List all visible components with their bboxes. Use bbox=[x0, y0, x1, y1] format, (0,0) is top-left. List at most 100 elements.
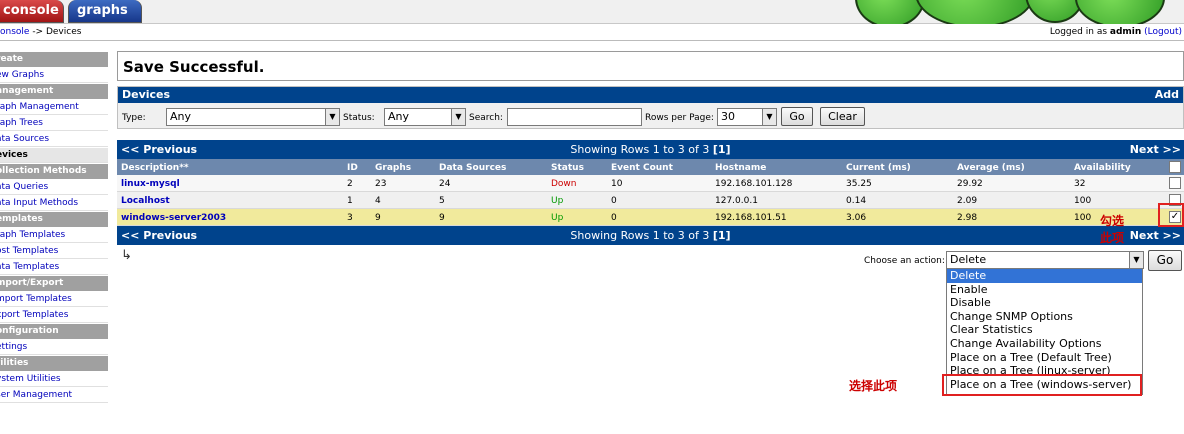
type-select-value: Any bbox=[170, 110, 192, 123]
status-label: Status: bbox=[343, 113, 375, 123]
add-device-link[interactable]: Add bbox=[1155, 88, 1179, 101]
column-event-count[interactable]: Event Count bbox=[611, 163, 673, 173]
table-row[interactable]: windows-server2003 3 9 9 Up 0 192.168.101.51 3.… bbox=[117, 209, 1184, 226]
sidebar-item[interactable]: ata Queries bbox=[0, 180, 108, 195]
logout-link[interactable]: (Logout) bbox=[1144, 27, 1182, 37]
search-label: Search: bbox=[469, 113, 503, 123]
cell-average: 2.98 bbox=[957, 213, 978, 223]
table-body: linux-mysql 2 23 24 Down 10 192.168.101.128 35.… bbox=[117, 175, 1184, 226]
checkbox-highlight-box bbox=[1158, 203, 1184, 227]
status-select[interactable]: Any ▼ bbox=[384, 108, 466, 126]
column-data-sources[interactable]: Data Sources bbox=[439, 163, 506, 173]
sidebar-item[interactable]: raph Management bbox=[0, 100, 108, 115]
sidebar-item[interactable]: xport Templates bbox=[0, 308, 108, 323]
next-link[interactable]: Next >> bbox=[1130, 143, 1181, 156]
option-highlight-box bbox=[942, 374, 1142, 396]
sidebar-section-header: mport/Export bbox=[0, 276, 108, 291]
showing-rows-text: Showing Rows 1 to 3 of 3 [1] bbox=[117, 143, 1184, 156]
sidebar-item[interactable]: ser Management bbox=[0, 388, 108, 403]
sidebar-item[interactable]: raph Trees bbox=[0, 116, 108, 131]
save-message: Save Successful. bbox=[123, 58, 265, 76]
action-option[interactable]: Place on a Tree (Default Tree) bbox=[947, 351, 1142, 365]
rows-per-page-select[interactable]: 30 ▼ bbox=[717, 108, 777, 126]
corner-arrow-icon: ↳ bbox=[121, 248, 132, 263]
action-option[interactable]: Delete bbox=[947, 269, 1142, 283]
cell-description[interactable]: linux-mysql bbox=[121, 179, 180, 189]
annotation-select: 选择此项 bbox=[849, 379, 898, 393]
sidebar-item[interactable]: ew Graphs bbox=[0, 68, 108, 83]
filter-go-button[interactable]: Go bbox=[781, 107, 813, 126]
column-description[interactable]: Description** bbox=[121, 163, 189, 173]
sidebar-item[interactable]: ata Input Methods bbox=[0, 196, 108, 211]
page-link[interactable]: [1] bbox=[713, 143, 731, 156]
column-status[interactable]: Status bbox=[551, 163, 584, 173]
action-select[interactable]: Delete ▼ bbox=[946, 251, 1144, 269]
cell-graphs: 4 bbox=[375, 196, 381, 206]
sidebar-item[interactable]: mport Templates bbox=[0, 292, 108, 307]
cell-current: 0.14 bbox=[846, 196, 867, 206]
cell-event-count: 0 bbox=[611, 196, 617, 206]
cell-status: Down bbox=[551, 179, 577, 189]
cell-graphs: 9 bbox=[375, 213, 381, 223]
cell-availability: 100 bbox=[1074, 213, 1092, 223]
tab-console[interactable]: console bbox=[0, 0, 64, 23]
table-row[interactable]: linux-mysql 2 23 24 Down 10 192.168.101.128 35.… bbox=[117, 175, 1184, 192]
cell-id: 2 bbox=[347, 179, 353, 189]
breadcrumb-separator: -> bbox=[29, 27, 46, 37]
column-availability[interactable]: Availability bbox=[1074, 163, 1131, 173]
sidebar-item[interactable]: ystem Utilities bbox=[0, 372, 108, 387]
cell-data-sources: 5 bbox=[439, 196, 445, 206]
table-nav-bottom: << Previous Showing Rows 1 to 3 of 3 [1]… bbox=[117, 226, 1184, 245]
sidebar-item[interactable]: ata Sources bbox=[0, 132, 108, 147]
cell-graphs: 23 bbox=[375, 179, 387, 189]
row-checkbox[interactable] bbox=[1169, 177, 1181, 189]
select-all-checkbox[interactable] bbox=[1169, 161, 1181, 173]
cell-current: 3.06 bbox=[846, 213, 867, 223]
action-option[interactable]: Change Availability Options bbox=[947, 337, 1142, 351]
cell-description[interactable]: Localhost bbox=[121, 196, 170, 206]
action-go-button[interactable]: Go bbox=[1148, 250, 1182, 271]
table-header: Description** ID Graphs Data Sources Sta… bbox=[117, 159, 1184, 175]
tab-graphs[interactable]: graphs bbox=[68, 0, 142, 23]
column-average[interactable]: Average (ms) bbox=[957, 163, 1025, 173]
sidebar-section-header: onfiguration bbox=[0, 324, 108, 339]
breadcrumb: onsole -> Devices bbox=[0, 27, 81, 37]
cell-availability: 100 bbox=[1074, 196, 1092, 206]
sidebar-item[interactable]: ost Templates bbox=[0, 244, 108, 259]
chevron-down-icon: ▼ bbox=[762, 109, 776, 125]
breadcrumb-console-link[interactable]: onsole bbox=[0, 27, 29, 37]
breadcrumb-current: Devices bbox=[45, 27, 82, 37]
type-select[interactable]: Any ▼ bbox=[166, 108, 340, 126]
column-id[interactable]: ID bbox=[347, 163, 358, 173]
cell-description[interactable]: windows-server2003 bbox=[121, 213, 226, 223]
search-input[interactable] bbox=[507, 108, 642, 126]
action-option[interactable]: Disable bbox=[947, 296, 1142, 310]
column-graphs[interactable]: Graphs bbox=[375, 163, 411, 173]
action-select-value: Delete bbox=[950, 253, 987, 266]
column-hostname[interactable]: Hostname bbox=[715, 163, 766, 173]
breadcrumb-bar: onsole -> Devices Logged in as admin (Lo… bbox=[0, 24, 1184, 41]
login-info: Logged in as admin (Logout) bbox=[1050, 27, 1182, 37]
cell-average: 29.92 bbox=[957, 179, 983, 189]
sidebar-item[interactable]: ettings bbox=[0, 340, 108, 355]
page-link[interactable]: [1] bbox=[713, 229, 731, 242]
table-row[interactable]: Localhost 1 4 5 Up 0 127.0.0.1 0.14 2.09 100 bbox=[117, 192, 1184, 209]
column-current[interactable]: Current (ms) bbox=[846, 163, 911, 173]
cell-id: 3 bbox=[347, 213, 353, 223]
action-option[interactable]: Clear Statistics bbox=[947, 323, 1142, 337]
sidebar-item[interactable]: evices bbox=[0, 148, 108, 163]
cell-hostname: 127.0.0.1 bbox=[715, 196, 758, 206]
action-option[interactable]: Enable bbox=[947, 283, 1142, 297]
filter-clear-button[interactable]: Clear bbox=[820, 107, 865, 126]
next-link[interactable]: Next >> bbox=[1130, 229, 1181, 242]
type-label: Type: bbox=[122, 113, 146, 123]
showing-prefix: Showing Rows 1 to 3 of 3 bbox=[570, 229, 713, 242]
sidebar-section-header: tilities bbox=[0, 356, 108, 371]
cell-status: Up bbox=[551, 196, 564, 206]
sidebar-item[interactable]: ata Templates bbox=[0, 260, 108, 275]
chevron-down-icon: ▼ bbox=[325, 109, 339, 125]
cell-status: Up bbox=[551, 213, 564, 223]
sidebar-item[interactable]: raph Templates bbox=[0, 228, 108, 243]
action-option[interactable]: Change SNMP Options bbox=[947, 310, 1142, 324]
cell-current: 35.25 bbox=[846, 179, 872, 189]
